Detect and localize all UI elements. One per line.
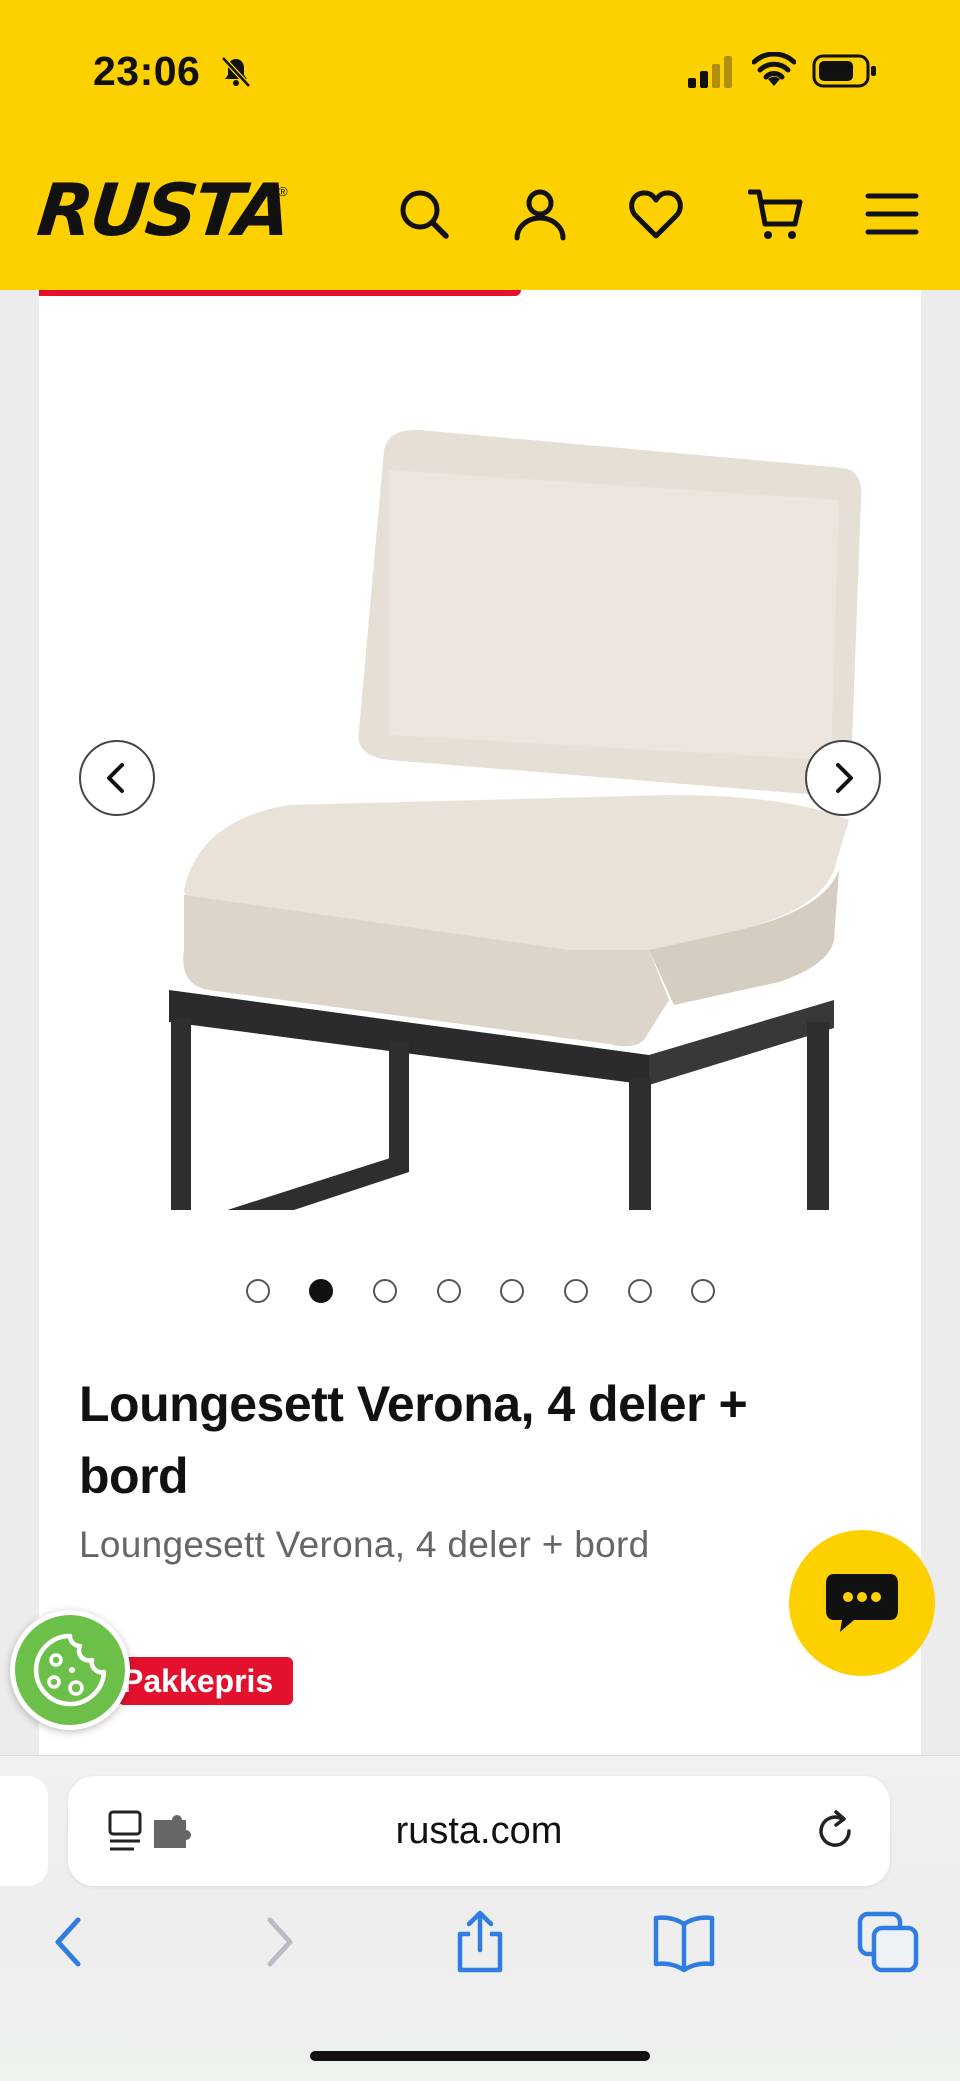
search-icon bbox=[400, 190, 449, 239]
package-price-badge: Pakkepris bbox=[118, 1657, 294, 1705]
cellular-signal-icon bbox=[688, 56, 732, 88]
carousel-next-button[interactable] bbox=[805, 740, 881, 816]
campaign-strip bbox=[39, 290, 521, 296]
carousel-dot[interactable] bbox=[373, 1279, 397, 1303]
bell-slash-icon bbox=[221, 56, 251, 88]
previous-tab-peek[interactable] bbox=[0, 1776, 48, 1886]
battery-icon bbox=[812, 54, 876, 88]
account-button[interactable] bbox=[510, 184, 570, 244]
wifi-icon bbox=[752, 52, 796, 86]
bookmarks-button[interactable] bbox=[652, 1910, 716, 1974]
tabs-icon bbox=[857, 1911, 919, 1973]
logo-registered-mark: ® bbox=[278, 184, 288, 199]
chat-bubble-icon bbox=[826, 1574, 898, 1632]
cart-button[interactable] bbox=[746, 184, 806, 244]
carousel-dot[interactable] bbox=[564, 1279, 588, 1303]
search-button[interactable] bbox=[394, 184, 454, 244]
cookie-settings-button[interactable] bbox=[10, 1610, 130, 1730]
home-indicator[interactable] bbox=[310, 2051, 650, 2061]
status-time: 23:06 bbox=[93, 48, 201, 94]
address-bar[interactable]: rusta.com bbox=[68, 1776, 890, 1886]
menu-button[interactable] bbox=[862, 184, 922, 244]
carousel-dot[interactable] bbox=[437, 1279, 461, 1303]
heart-icon bbox=[629, 190, 683, 239]
url-text: rusta.com bbox=[395, 1810, 563, 1852]
share-button[interactable] bbox=[448, 1910, 512, 1974]
cart-icon bbox=[748, 189, 803, 239]
product-title: Loungesett Verona, 4 deler + bord bbox=[79, 1376, 748, 1504]
carousel-dots bbox=[0, 1279, 960, 1303]
share-icon bbox=[457, 1910, 503, 1973]
book-icon bbox=[653, 1915, 715, 1973]
carousel-dot[interactable] bbox=[246, 1279, 270, 1303]
carousel-prev-button[interactable] bbox=[79, 740, 155, 816]
product-subtitle: Loungesett Verona, 4 deler + bord bbox=[79, 1524, 650, 1565]
product-image[interactable] bbox=[89, 350, 889, 1210]
rusta-logo[interactable]: RUSTA bbox=[34, 168, 293, 252]
account-icon bbox=[514, 189, 566, 241]
chevron-left-icon bbox=[107, 763, 124, 793]
carousel-dot-active[interactable] bbox=[309, 1279, 333, 1303]
wishlist-button[interactable] bbox=[626, 184, 686, 244]
chevron-right-icon bbox=[836, 763, 853, 793]
forward-chevron-icon bbox=[267, 1917, 293, 1967]
carousel-dot[interactable] bbox=[500, 1279, 524, 1303]
back-button[interactable] bbox=[38, 1910, 102, 1974]
chat-button[interactable] bbox=[789, 1530, 935, 1676]
back-chevron-icon bbox=[55, 1917, 81, 1967]
menu-icon bbox=[865, 193, 919, 235]
reload-icon[interactable] bbox=[812, 1808, 858, 1854]
carousel-dot[interactable] bbox=[628, 1279, 652, 1303]
forward-button[interactable] bbox=[246, 1910, 310, 1974]
tabs-button[interactable] bbox=[856, 1910, 920, 1974]
cookie-icon bbox=[33, 1633, 107, 1707]
site-header: 23:06 RUSTA ® bbox=[0, 0, 960, 290]
carousel-dot[interactable] bbox=[691, 1279, 715, 1303]
page: 23:06 RUSTA ® Loungesett Verona, 4 deler… bbox=[0, 0, 960, 2081]
